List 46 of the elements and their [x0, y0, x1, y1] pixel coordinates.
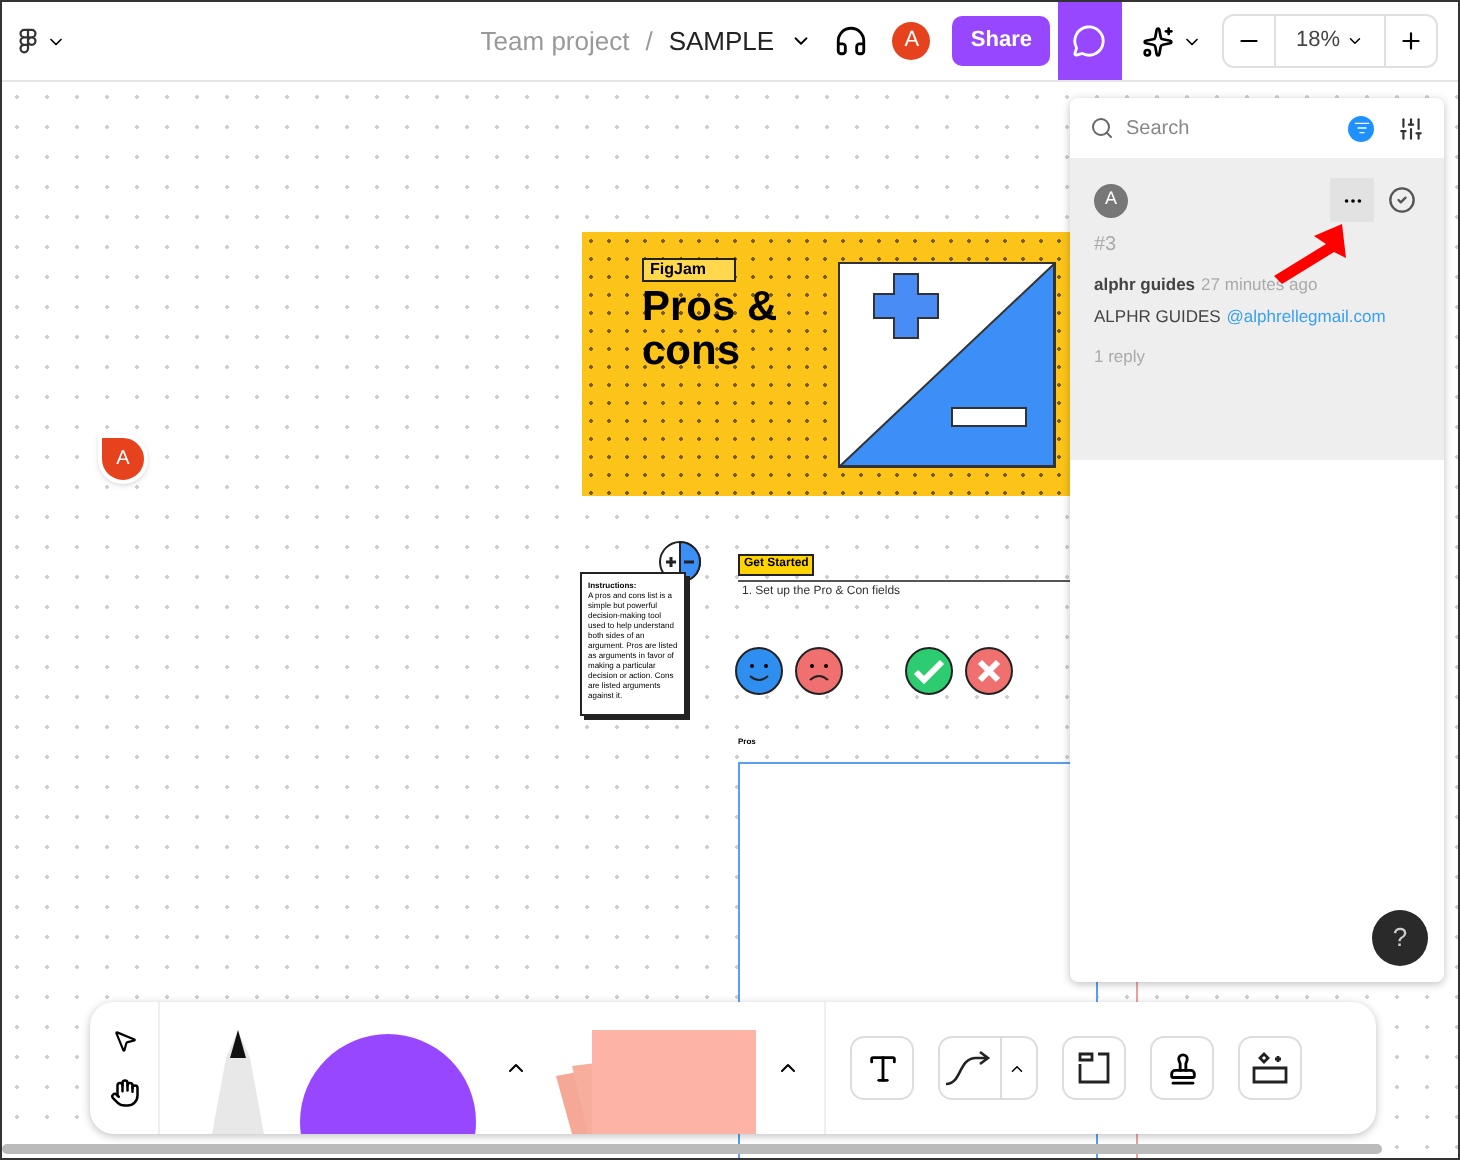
stamp-icon[interactable]: [1165, 1051, 1199, 1085]
sparkle-icon[interactable]: [1141, 25, 1174, 57]
text-tool-button[interactable]: [850, 1036, 914, 1100]
user-avatar[interactable]: A: [892, 22, 931, 60]
section-icon[interactable]: [1076, 1050, 1112, 1086]
headphones-icon[interactable]: [834, 24, 869, 58]
mention-link[interactable]: @alphrellegmail.com: [1226, 303, 1386, 329]
widgets-tool-button[interactable]: [1238, 1036, 1302, 1100]
file-name[interactable]: SAMPLE: [668, 21, 775, 61]
plus-icon[interactable]: [1398, 28, 1424, 54]
cross-icon: [964, 646, 1014, 696]
shape-circle-drawing[interactable]: [300, 1034, 476, 1134]
search-field[interactable]: Search: [1126, 113, 1336, 143]
project-name[interactable]: Team project: [480, 21, 630, 61]
text-icon[interactable]: [865, 1051, 899, 1085]
share-button[interactable]: Share: [952, 16, 1050, 66]
comments-button[interactable]: [1057, 2, 1122, 80]
help-button[interactable]: ?: [1372, 910, 1428, 966]
breadcrumb-separator: /: [645, 23, 653, 60]
sad-face-icon: [794, 646, 844, 696]
user-cursor-pin[interactable]: A: [98, 434, 148, 484]
comment-thread[interactable]: A #3 alphr guides 27 minutes ago ALPHR GUIDES @alphrellegmail.com 1 reply: [1070, 160, 1444, 460]
widget-icon[interactable]: [1250, 1050, 1290, 1086]
stamp-tool-button[interactable]: [1150, 1036, 1214, 1100]
logo-icon[interactable]: [18, 27, 38, 55]
hand-icon[interactable]: [109, 1078, 139, 1108]
comment-author: alphr guides: [1094, 272, 1196, 298]
comment-number: #3: [1094, 232, 1119, 260]
ai-menu-button[interactable]: [1141, 25, 1202, 57]
pointer-icon[interactable]: [111, 1028, 137, 1054]
happy-face-icon: [734, 646, 784, 696]
connector-tool-button[interactable]: [938, 1036, 1038, 1100]
settings-icon[interactable]: [1398, 115, 1424, 141]
search-icon: [1090, 116, 1114, 140]
comment-avatar: A: [1094, 183, 1128, 217]
filter-icon[interactable]: [1348, 115, 1374, 141]
comment-icon[interactable]: [1072, 24, 1107, 58]
comment-time: 27 minutes ago: [1201, 272, 1318, 298]
comment-text: ALPHR GUIDES: [1094, 303, 1221, 329]
section-tool-button[interactable]: [1062, 1036, 1126, 1100]
figjam-label: FigJam: [642, 258, 736, 282]
chevron-down-icon[interactable]: [1346, 32, 1364, 50]
resolve-icon[interactable]: [1388, 186, 1416, 214]
zoom-level[interactable]: 18%: [1295, 24, 1340, 58]
check-icon: [904, 646, 954, 696]
template-title: Pros & cons: [642, 286, 778, 374]
